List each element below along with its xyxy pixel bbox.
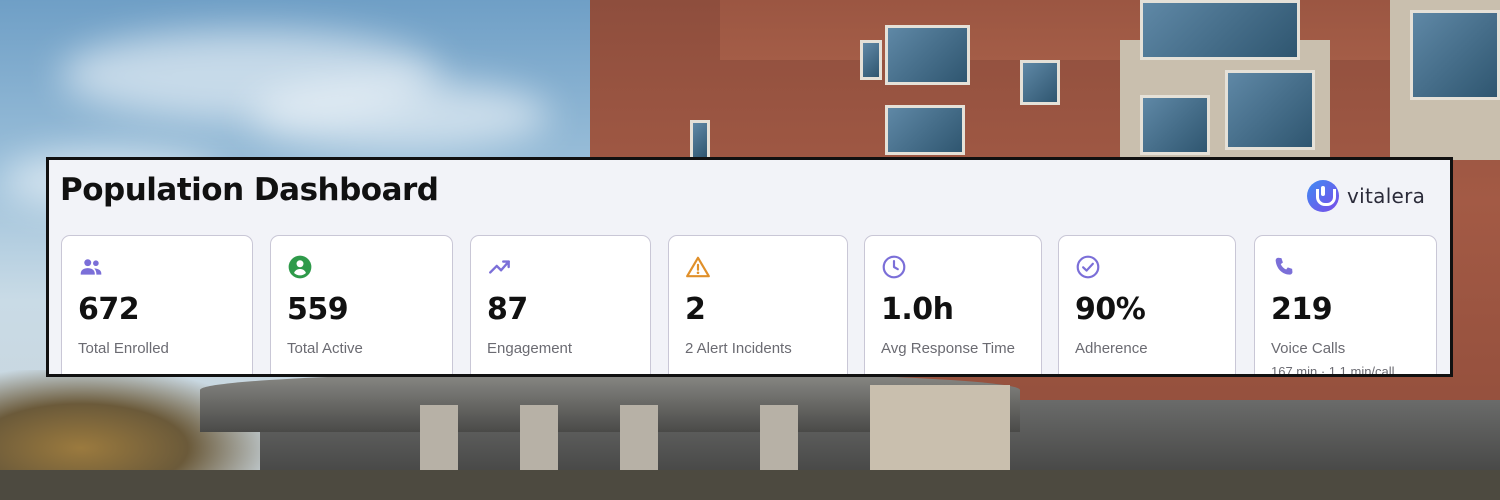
- metric-value: 559: [287, 292, 349, 327]
- metric-label: Avg Response Time: [881, 340, 1015, 357]
- metric-card-avg-response-time[interactable]: 1.0h Avg Response Time: [864, 235, 1042, 374]
- users-icon: [80, 259, 102, 275]
- metric-card-engagement[interactable]: 87 Engagement: [470, 235, 651, 374]
- metric-card-total-active[interactable]: 559 Total Active: [270, 235, 453, 374]
- phone-icon: [1275, 257, 1293, 275]
- metric-label: Voice Calls: [1271, 340, 1346, 357]
- metric-label: Adherence: [1075, 340, 1148, 357]
- metric-card-voice-calls[interactable]: 219 Voice Calls 167 min · 1.1 min/call: [1254, 235, 1437, 377]
- metric-value: 672: [78, 292, 140, 327]
- metric-label: Engagement: [487, 340, 573, 357]
- metric-value: 87: [487, 292, 528, 327]
- metric-value: 90%: [1075, 292, 1146, 327]
- metric-value: 219: [1271, 292, 1333, 327]
- metric-label: Total Enrolled: [78, 340, 169, 357]
- vitalera-logo-icon: [1307, 180, 1339, 212]
- population-dashboard-panel: Population Dashboard vitalera 672 Total …: [46, 157, 1453, 377]
- metric-value: 1.0h: [881, 292, 954, 327]
- metric-label: 2 Alert Incidents: [685, 340, 792, 357]
- brand-logo: vitalera: [1307, 180, 1425, 212]
- metric-sublabel: 167 min · 1.1 min/call: [1271, 364, 1395, 377]
- trending-up-icon: [489, 260, 510, 274]
- metric-card-total-enrolled[interactable]: 672 Total Enrolled: [61, 235, 253, 374]
- page-title: Population Dashboard: [60, 172, 439, 208]
- brand-name: vitalera: [1347, 184, 1426, 208]
- clock-icon: [882, 255, 906, 279]
- metric-card-adherence[interactable]: 90% Adherence: [1058, 235, 1236, 374]
- metric-value: 2: [685, 292, 706, 327]
- metric-card-alert-incidents[interactable]: 2 2 Alert Incidents: [668, 235, 848, 374]
- metric-label: Total Active: [287, 340, 363, 357]
- check-circle-icon: [1076, 255, 1100, 279]
- person-active-icon: [288, 255, 312, 279]
- warning-icon: [686, 256, 710, 278]
